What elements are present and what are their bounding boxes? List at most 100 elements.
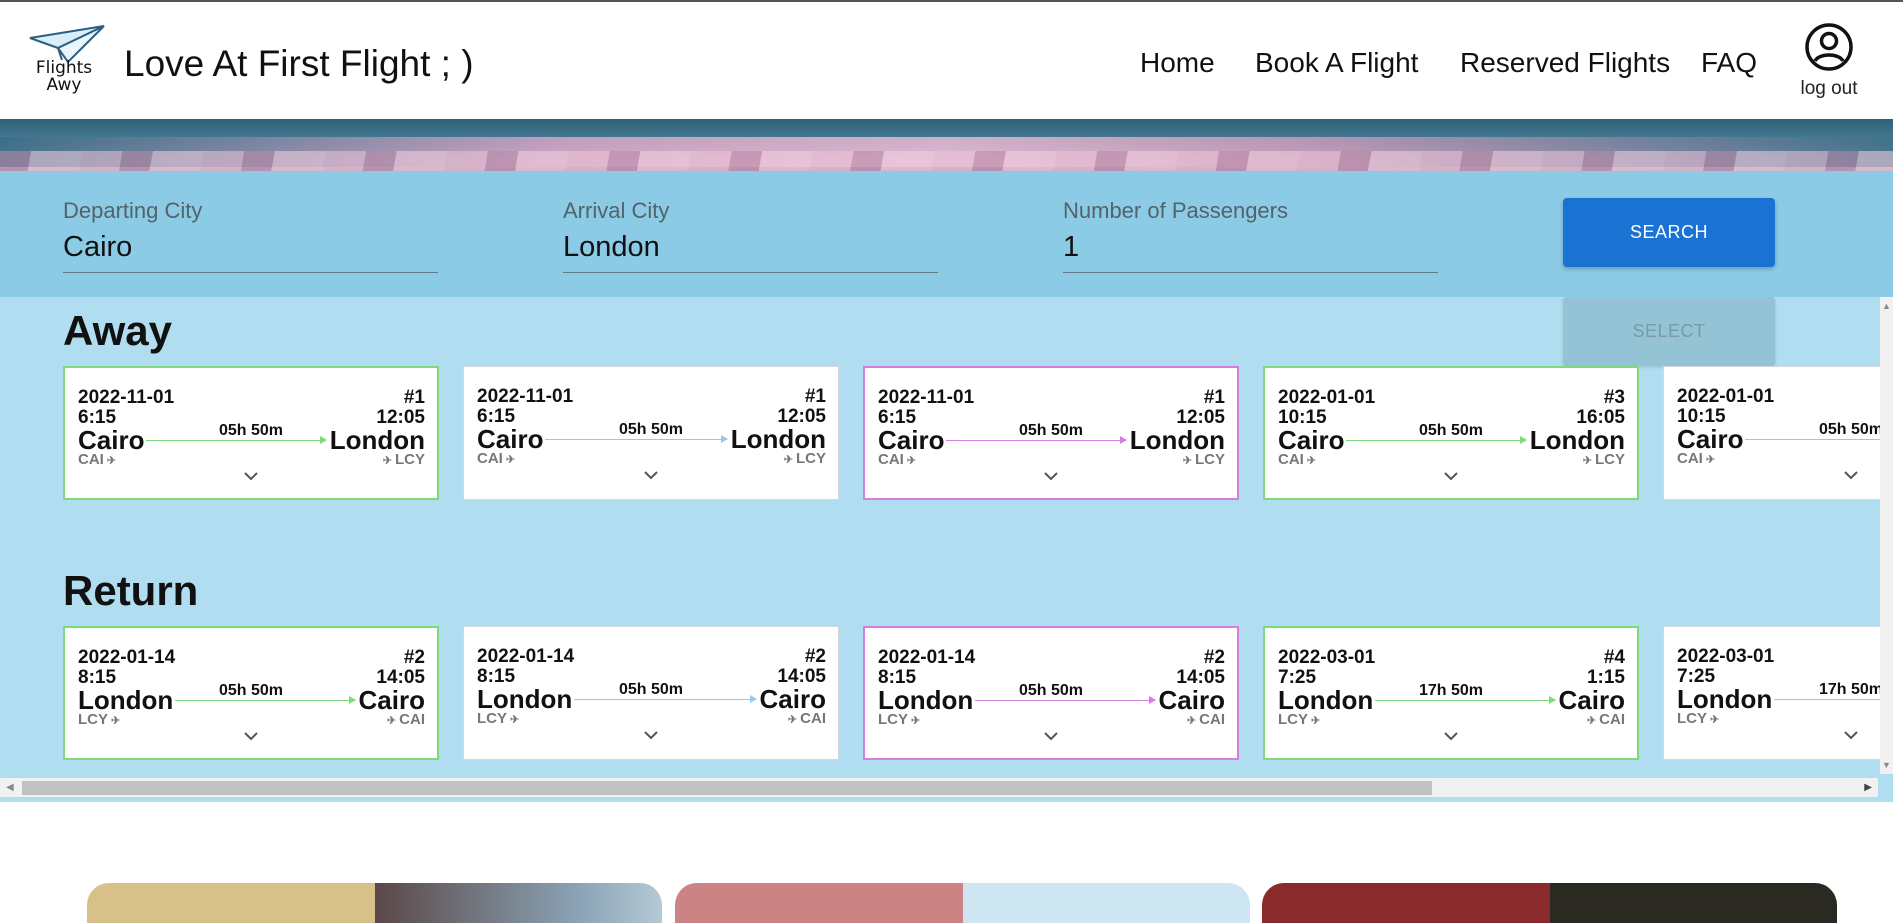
passengers-field[interactable]: Number of Passengers (1063, 198, 1438, 273)
flight-date: 2022-03-01 (1677, 646, 1775, 667)
departing-city-input[interactable] (63, 230, 433, 264)
search-button[interactable]: SEARCH (1563, 198, 1775, 267)
flight-card[interactable]: 2022-11-01 6:15 #1 12:05 Cairo London CAI ✈ ✈ L… (863, 366, 1239, 500)
origin-airport-code: LCY ✈ (78, 712, 120, 729)
logout-button[interactable]: log out (1789, 22, 1869, 102)
flight-card[interactable]: 2022-01-14 8:15 #2 14:05 London Cairo LCY ✈ ✈ C… (63, 626, 439, 760)
expand-details-button[interactable] (65, 728, 437, 746)
airplane-landing-icon: ✈ (382, 455, 395, 467)
flight-duration: 05h 50m (1818, 421, 1880, 438)
route-arrow-line (574, 695, 757, 703)
flight-date: 2022-01-14 (78, 647, 176, 668)
flight-duration: 05h 50m (1018, 422, 1084, 439)
scroll-down-arrow-icon[interactable]: ▼ (1882, 760, 1891, 770)
expand-details-button[interactable] (65, 468, 437, 486)
logout-label: log out (1800, 78, 1858, 99)
away-section-title: Away (63, 307, 172, 354)
chevron-down-icon (1844, 471, 1858, 480)
destination-code-text: CAI (1199, 711, 1225, 728)
scroll-up-arrow-icon[interactable]: ▲ (1882, 301, 1891, 311)
flight-card[interactable]: 2022-03-017:25LondonLCY ✈✈ 17h 50m (1663, 626, 1880, 760)
logo-wordmark: Flights Awy (28, 60, 100, 94)
destination-airport-code: ✈ CAI (387, 712, 425, 729)
return-section-title: Return (63, 567, 199, 614)
flight-date: 2022-11-01 (477, 386, 574, 407)
nav-reserved-flights[interactable]: Reserved Flights (1460, 46, 1670, 80)
nav-home[interactable]: Home (1140, 46, 1215, 80)
route-arrow-line (1774, 699, 1880, 700)
airplane-landing-icon: ✈ (1582, 455, 1595, 467)
route-arrow-line (146, 436, 327, 444)
airplane-takeoff-icon: ✈ (507, 714, 520, 726)
flight-duration: 05h 50m (618, 681, 684, 698)
destination-card-3[interactable] (1262, 883, 1837, 923)
scroll-left-arrow-icon[interactable]: ◀ (6, 782, 14, 793)
expand-details-button[interactable] (464, 467, 838, 485)
scroll-right-arrow-icon[interactable]: ▶ (1864, 782, 1872, 793)
airplane-landing-icon: ✈ (1182, 455, 1195, 467)
arrival-city-field[interactable]: Arrival City (563, 198, 938, 273)
origin-airport-code: CAI ✈ (878, 452, 916, 469)
airplane-takeoff-icon: ✈ (908, 715, 921, 727)
flight-card[interactable]: 2022-11-01 6:15 #1 12:05 Cairo London CAI ✈ ✈ L… (463, 366, 839, 500)
results-horizontal-scrollbar[interactable]: ◀ ▶ (0, 778, 1878, 797)
expand-details-button[interactable] (865, 728, 1237, 746)
destination-card-2[interactable] (675, 883, 1250, 923)
flight-card[interactable]: 2022-01-0110:15CairoCAI ✈✈ 05h 50m (1663, 366, 1880, 500)
flight-card[interactable]: 2022-01-01 10:15 #3 16:05 Cairo London CAI ✈ ✈ … (1263, 366, 1639, 500)
expand-details-button[interactable] (1265, 728, 1637, 746)
airplane-takeoff-icon: ✈ (903, 455, 917, 467)
airplane-landing-icon: ✈ (1586, 715, 1600, 727)
arrival-city-input[interactable] (563, 230, 933, 264)
route-arrow-line (1346, 436, 1527, 444)
origin-code-text: CAI (1278, 451, 1304, 468)
passengers-label: Number of Passengers (1063, 198, 1288, 223)
logo-text-line2: Awy (46, 75, 82, 95)
route-arrow-line (946, 436, 1127, 444)
flight-duration: 17h 50m (1818, 681, 1880, 698)
account-circle-icon (1805, 23, 1853, 71)
chevron-down-icon (1444, 472, 1458, 481)
site-logo[interactable]: Flights Awy (28, 24, 106, 100)
origin-code-text: LCY (878, 711, 908, 728)
flight-duration: 05h 50m (218, 422, 284, 439)
flight-date: 2022-01-01 (1278, 387, 1376, 408)
route-arrow-line (175, 696, 356, 704)
airplane-landing-icon: ✈ (386, 715, 400, 727)
hero-banner-image (0, 119, 1893, 171)
origin-airport-code: LCY ✈ (1278, 712, 1320, 729)
departing-city-label: Departing City (63, 198, 203, 223)
origin-airport-code: CAI ✈ (1677, 451, 1715, 468)
destination-card-1[interactable] (87, 883, 662, 923)
flight-number: #1 (804, 386, 826, 407)
expand-details-button[interactable] (1664, 467, 1880, 485)
flight-duration: 05h 50m (1418, 422, 1484, 439)
expand-details-button[interactable] (1664, 727, 1880, 745)
flight-date: 2022-03-01 (1278, 647, 1376, 668)
nav-faq[interactable]: FAQ (1701, 46, 1757, 80)
flight-date: 2022-11-01 (878, 387, 975, 408)
flight-search-form: Departing City Arrival City Number of Pa… (0, 171, 1893, 297)
nav-book-a-flight[interactable]: Book A Flight (1255, 46, 1418, 80)
passengers-input[interactable] (1063, 230, 1433, 264)
flight-card[interactable]: 2022-11-01 6:15 #1 12:05 Cairo London CAI ✈ ✈ L… (63, 366, 439, 500)
destination-code-text: CAI (800, 710, 826, 727)
expand-details-button[interactable] (865, 468, 1237, 486)
flight-card[interactable]: 2022-03-01 7:25 #4 1:15 London Cairo LCY ✈ ✈ CA… (1263, 626, 1639, 760)
select-button: SELECT (1563, 297, 1775, 366)
expand-details-button[interactable] (464, 727, 838, 745)
departing-city-field[interactable]: Departing City (63, 198, 438, 273)
results-vertical-scrollbar[interactable]: ▲ ▼ (1880, 297, 1893, 774)
flight-card[interactable]: 2022-01-14 8:15 #2 14:05 London Cairo LCY ✈ ✈ C… (463, 626, 839, 760)
chevron-down-icon (244, 472, 258, 481)
chevron-down-icon (1444, 732, 1458, 741)
origin-airport-code: CAI ✈ (1278, 452, 1316, 469)
expand-details-button[interactable] (1265, 468, 1637, 486)
chevron-down-icon (1044, 732, 1058, 741)
scrollbar-thumb[interactable] (22, 781, 1432, 795)
flight-card[interactable]: 2022-01-14 8:15 #2 14:05 London Cairo LCY ✈ ✈ C… (863, 626, 1239, 760)
origin-airport-code: LCY ✈ (878, 712, 920, 729)
route-arrow-line (545, 435, 728, 443)
flight-number: #4 (1603, 647, 1625, 668)
airplane-takeoff-icon: ✈ (1308, 715, 1321, 727)
